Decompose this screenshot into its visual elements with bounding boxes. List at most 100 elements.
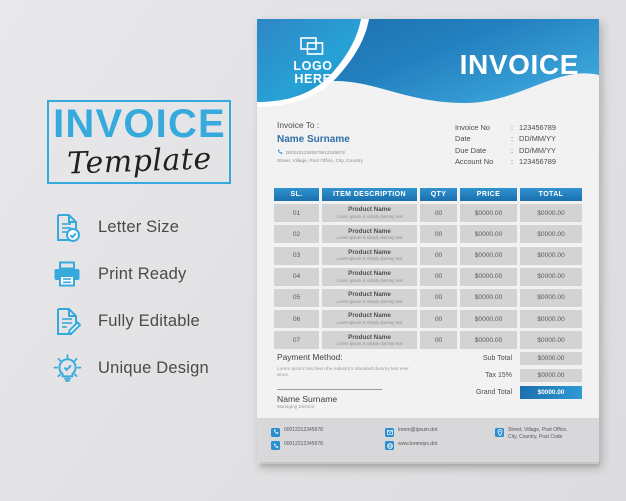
meta-key: Due Date	[455, 145, 487, 155]
table-row: 02 Product Name Lorem ipsum is simply du…	[274, 225, 582, 244]
cell-product-desc: Lorem ipsum is simply dummy text	[336, 341, 403, 347]
cell-sl: 02	[292, 230, 301, 238]
feature-list: Letter Size Print Ready Fully Editable U…	[52, 208, 247, 396]
invoice-footer: 00012312345678 00012312345678 lorem@ipsu…	[257, 418, 599, 464]
signature-line	[277, 389, 382, 390]
cell-sl: 03	[292, 252, 301, 260]
table-row: 05 Product Name Lorem ipsum is simply du…	[274, 288, 582, 307]
payment-method-block: Payment Method: Lorem ipsum has been the…	[277, 352, 417, 379]
client-name: Name Surname	[277, 134, 350, 145]
location-icon	[495, 427, 504, 437]
cell-qty: 00	[434, 273, 443, 281]
cell-qty: 00	[434, 230, 443, 238]
signature-block: Name Surname Managing Director	[277, 389, 387, 409]
cell-qty: 00	[434, 209, 443, 217]
footer-phone-column: 00012312345678 00012312345678	[271, 427, 379, 454]
cell-qty: 00	[434, 294, 443, 302]
sheet-drop-shadow	[260, 462, 600, 469]
cell-product-name: Product Name	[348, 291, 391, 299]
signature-role: Managing Director	[277, 404, 315, 409]
footer-address: Street, Village, Post Office, City, Coun…	[495, 427, 587, 440]
total-label: Grand Total	[475, 389, 512, 396]
invoice-header-banner: LOGO HERE INVOICE	[257, 19, 599, 111]
footer-website[interactable]: www.loremips.dot	[385, 441, 489, 450]
signature-name: Name Surname	[277, 394, 338, 404]
total-row-grand: Grand Total $0000.00	[427, 386, 582, 399]
footer-email[interactable]: lorem@ipsum.dot	[385, 427, 489, 437]
footer-phone-1: 00012312345678	[271, 427, 379, 437]
feature-label: Unique Design	[98, 358, 209, 377]
invoice-title: INVOICE	[459, 49, 579, 80]
payment-method-desc: Lorem ipsum has been the industry's stan…	[277, 366, 409, 378]
cell-total: $0000.00	[537, 273, 565, 281]
cell-sl: 05	[292, 294, 301, 302]
meta-value: 123456789	[519, 123, 556, 132]
meta-key: Invoice No	[455, 123, 490, 132]
table-header-row: SL. ITEM DESCRIPTION QTY PRICE TOTAL	[274, 188, 582, 201]
promo-panel: INVOICE Template Letter Size Print Ready…	[0, 0, 250, 501]
total-label: Sub Total	[482, 355, 512, 362]
invoice-sheet: LOGO HERE INVOICE Invoice To : Name Surn…	[257, 19, 599, 464]
bill-to-label: Invoice To :	[277, 120, 320, 130]
feature-label: Letter Size	[98, 217, 180, 236]
totals-block: Sub Total $0000.00 Tax 15% $0000.00 Gran…	[427, 352, 582, 403]
meta-value: DD/MM/YY	[519, 134, 556, 144]
meta-row: Due Date : DD/MM/YY	[455, 145, 583, 156]
feature-label: Fully Editable	[98, 311, 200, 330]
cell-price: $0000.00	[474, 252, 503, 260]
cell-price: $0000.00	[474, 230, 503, 238]
table-row: 03 Product Name Lorem ipsum is simply du…	[274, 246, 582, 265]
meta-separator: :	[511, 145, 514, 155]
meta-key: Date	[455, 134, 471, 144]
phone-icon	[277, 149, 283, 155]
footer-phone-text: 00012312345678	[284, 427, 323, 433]
meta-row: Date : DD/MM/YY	[455, 133, 583, 144]
cell-product-name: Product Name	[348, 333, 391, 341]
phone-icon	[271, 441, 280, 450]
table-row: 04 Product Name Lorem ipsum is simply du…	[274, 267, 582, 286]
meta-separator: :	[511, 134, 514, 144]
total-row-sub: Sub Total $0000.00	[427, 352, 582, 365]
cell-product-name: Product Name	[348, 206, 391, 214]
cell-qty: 00	[434, 252, 443, 260]
cell-total: $0000.00	[537, 209, 565, 217]
cell-sl: 07	[292, 336, 301, 344]
column-header-price: PRICE	[460, 188, 517, 201]
feature-label: Print Ready	[98, 264, 187, 283]
lightbulb-check-icon	[52, 353, 82, 383]
cell-sl: 06	[292, 315, 301, 323]
table-row: 01 Product Name Lorem ipsum is simply du…	[274, 204, 582, 223]
cell-total: $0000.00	[537, 336, 565, 344]
client-phone-row: 00012312345678912345678	[277, 149, 442, 155]
cell-total: $0000.00	[537, 294, 565, 302]
cell-product-name: Product Name	[348, 227, 391, 235]
cell-total: $0000.00	[537, 315, 565, 323]
meta-key: Account No	[455, 157, 494, 167]
cell-price: $0000.00	[474, 315, 503, 323]
feature-item-unique-design: Unique Design	[52, 349, 247, 387]
promo-subtitle: Template	[66, 141, 213, 182]
screenshot-canvas: INVOICE Template Letter Size Print Ready…	[0, 0, 626, 501]
invoice-meta-block: Invoice No : 123456789 Date : DD/MM/YY D…	[455, 122, 583, 168]
footer-address-line-2: City, Country, Post Code	[508, 433, 563, 440]
cell-price: $0000.00	[474, 273, 503, 281]
cell-product-desc: Lorem ipsum is simply dummy text	[336, 235, 403, 241]
column-header-total: TOTAL	[520, 188, 582, 201]
logo-line-2: HERE	[294, 72, 332, 86]
items-table: SL. ITEM DESCRIPTION QTY PRICE TOTAL 01 …	[274, 188, 582, 353]
phone-icon	[271, 427, 280, 437]
footer-web-column: lorem@ipsum.dot www.loremips.dot	[385, 427, 489, 454]
feature-item-print-ready: Print Ready	[52, 255, 247, 293]
column-header-sl: SL.	[274, 188, 319, 201]
cell-total: $0000.00	[537, 252, 565, 260]
layers-icon	[300, 37, 326, 57]
cell-total: $0000.00	[537, 230, 565, 238]
cell-price: $0000.00	[474, 336, 503, 344]
document-edit-icon	[52, 306, 82, 336]
cell-product-desc: Lorem ipsum is simply dummy text	[336, 298, 403, 304]
cell-sl: 01	[292, 209, 301, 217]
cell-price: $0000.00	[474, 209, 503, 217]
column-header-desc: ITEM DESCRIPTION	[322, 188, 417, 201]
footer-phone-text: 00012312345678	[284, 440, 323, 447]
grand-total-value: $0000.00	[520, 386, 582, 399]
